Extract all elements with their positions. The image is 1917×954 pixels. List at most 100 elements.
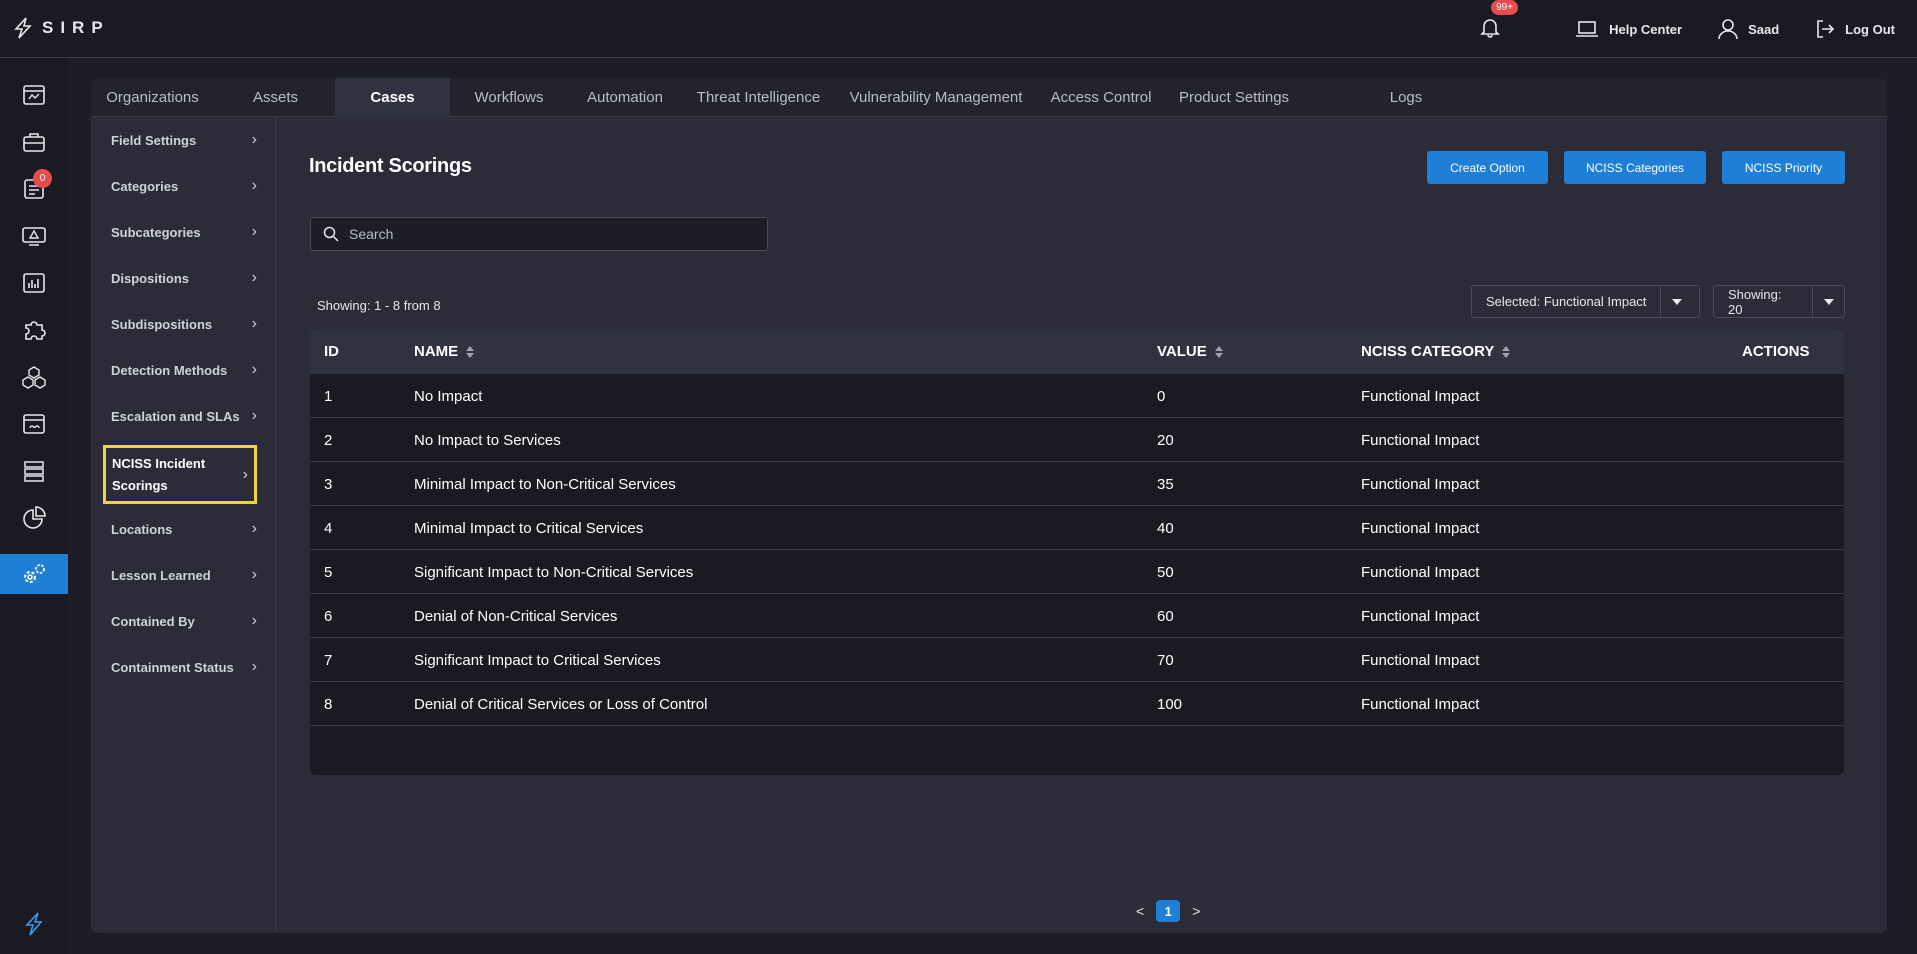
subnav-label: Lesson Learned — [111, 567, 211, 583]
page-size-dropdown[interactable]: Showing: 20 — [1713, 285, 1845, 318]
rail-puzzle[interactable] — [0, 310, 68, 350]
prev-page-button[interactable]: < — [1136, 903, 1144, 919]
tab-cases[interactable]: Cases — [335, 78, 450, 117]
help-center-label: Help Center — [1609, 21, 1683, 37]
table-row[interactable]: 5 Significant Impact to Non-Critical Ser… — [310, 550, 1844, 594]
chevron-right-icon: › — [251, 612, 257, 629]
table-row[interactable]: 2 No Impact to Services 20 Functional Im… — [310, 418, 1844, 462]
scorings-table: ID NAME VALUE NCISS CATEGORY ACTIONS 1 N… — [310, 329, 1844, 775]
tab-organizations[interactable]: Organizations — [91, 78, 214, 117]
table-row[interactable]: 6 Denial of Non-Critical Services 60 Fun… — [310, 594, 1844, 638]
tab-access-control[interactable]: Access Control — [1037, 78, 1165, 117]
subnav-locations[interactable]: Locations › — [103, 517, 263, 541]
logo-text: SIRP — [42, 18, 110, 37]
search-input[interactable] — [349, 226, 749, 242]
cell-id: 4 — [324, 519, 333, 537]
main-panel: Organizations Assets Cases Workflows Aut… — [91, 78, 1887, 933]
cell-category: Functional Impact — [1361, 607, 1480, 625]
tab-product-settings[interactable]: Product Settings — [1165, 78, 1303, 117]
rail-analytics[interactable] — [0, 263, 68, 303]
search-icon — [323, 226, 339, 242]
page-title: Incident Scorings — [309, 155, 472, 177]
dashboard-icon — [23, 85, 45, 105]
subnav-subcategories[interactable]: Subcategories › — [103, 220, 263, 244]
rail-bottom-logo[interactable] — [0, 904, 68, 944]
cell-value: 20 — [1157, 431, 1174, 449]
tab-automation[interactable]: Automation — [568, 78, 682, 117]
subnav-containment-status[interactable]: Containment Status › — [103, 655, 263, 679]
user-menu[interactable]: Saad — [1718, 18, 1779, 40]
app-logo[interactable]: SIRP — [12, 17, 110, 39]
column-category-sort[interactable]: NCISS CATEGORY — [1361, 329, 1511, 374]
category-filter-dropdown[interactable]: Selected: Functional Impact — [1471, 285, 1700, 318]
user-name: Saad — [1748, 21, 1780, 37]
rail-reports[interactable] — [0, 498, 68, 538]
tab-threat-intelligence[interactable]: Threat Intelligence — [682, 78, 835, 117]
subnav-label: Escalation and SLAs — [111, 408, 240, 424]
tab-logs[interactable]: Logs — [1356, 78, 1456, 117]
subnav-subdispositions[interactable]: Subdispositions › — [103, 312, 263, 336]
table-row[interactable]: 7 Significant Impact to Critical Service… — [310, 638, 1844, 682]
cell-id: 6 — [324, 607, 333, 625]
table-row[interactable]: 4 Minimal Impact to Critical Services 40… — [310, 506, 1844, 550]
rail-cubes[interactable] — [0, 357, 68, 397]
cell-category: Functional Impact — [1361, 387, 1480, 405]
cell-name: Minimal Impact to Non-Critical Services — [414, 475, 676, 493]
subnav-escalation-slas[interactable]: Escalation and SLAs › — [103, 404, 263, 428]
table-row[interactable]: 3 Minimal Impact to Non-Critical Service… — [310, 462, 1844, 506]
rail-dashboard[interactable] — [0, 75, 68, 115]
table-row[interactable]: 1 No Impact 0 Functional Impact — [310, 374, 1844, 418]
subnav-categories[interactable]: Categories › — [103, 174, 263, 198]
cell-name: No Impact — [414, 387, 483, 405]
cell-category: Functional Impact — [1361, 651, 1480, 669]
chevron-right-icon: › — [251, 269, 257, 286]
subnav-detection-methods[interactable]: Detection Methods › — [103, 358, 263, 382]
rail-briefcase[interactable] — [0, 122, 68, 162]
subnav-nciss-incident-scorings[interactable]: NCISS Incident Scorings › — [103, 445, 257, 504]
table-row[interactable]: 8 Denial of Critical Services or Loss of… — [310, 682, 1844, 726]
subnav-field-settings[interactable]: Field Settings › — [103, 128, 263, 152]
cubes-icon — [22, 366, 46, 389]
subnav-label: NCISS Incident Scorings — [112, 455, 206, 493]
logout-button[interactable]: Log Out — [1815, 19, 1895, 39]
case-settings-subnav: Field Settings › Categories › Subcategorie… — [91, 117, 276, 933]
subnav-lesson-learned[interactable]: Lesson Learned › — [103, 563, 263, 587]
subnav-contained-by[interactable]: Contained By › — [103, 609, 263, 633]
tab-assets[interactable]: Assets — [214, 78, 337, 117]
page-size-value: Showing: 20 — [1728, 286, 1782, 317]
column-value-sort[interactable]: VALUE — [1157, 329, 1223, 374]
pagination: < 1 > — [1136, 900, 1200, 922]
column-name-sort[interactable]: NAME — [414, 329, 475, 374]
chevron-right-icon: › — [251, 520, 257, 537]
create-option-button[interactable]: Create Option — [1427, 151, 1548, 184]
subnav-dispositions[interactable]: Dispositions › — [103, 266, 263, 290]
cell-value: 60 — [1157, 607, 1174, 625]
rail-settings[interactable] — [0, 554, 68, 594]
puzzle-icon — [25, 321, 46, 340]
nciss-categories-button[interactable]: NCISS Categories — [1564, 151, 1706, 184]
sort-icon — [1502, 345, 1511, 358]
tab-workflows[interactable]: Workflows — [450, 78, 568, 117]
pie-chart-icon — [23, 506, 46, 529]
rail-assets-board[interactable] — [0, 404, 68, 444]
rail-database[interactable] — [0, 451, 68, 491]
subnav-label: Dispositions — [111, 270, 190, 286]
results-count: Showing: 1 - 8 from 8 — [317, 298, 441, 313]
cell-category: Functional Impact — [1361, 519, 1480, 537]
monitor-alert-icon — [22, 227, 46, 246]
page-1-button[interactable]: 1 — [1156, 900, 1181, 922]
notifications-button[interactable]: 99+ — [1479, 0, 1519, 43]
rail-monitor-alert[interactable] — [0, 216, 68, 256]
subnav-label: Categories — [111, 178, 179, 194]
column-actions: ACTIONS — [1742, 343, 1810, 360]
nciss-priority-button[interactable]: NCISS Priority — [1722, 151, 1845, 184]
tab-vulnerability-management[interactable]: Vulnerability Management — [835, 78, 1037, 117]
rail-cases[interactable]: 0 — [0, 169, 68, 209]
cell-id: 8 — [324, 695, 333, 713]
help-center-link[interactable]: Help Center — [1575, 19, 1682, 39]
cell-value: 70 — [1157, 651, 1174, 669]
settings-gears-icon — [24, 564, 45, 583]
next-page-button[interactable]: > — [1192, 903, 1200, 919]
chevron-right-icon: › — [251, 131, 257, 148]
chevron-right-icon: › — [242, 465, 248, 483]
